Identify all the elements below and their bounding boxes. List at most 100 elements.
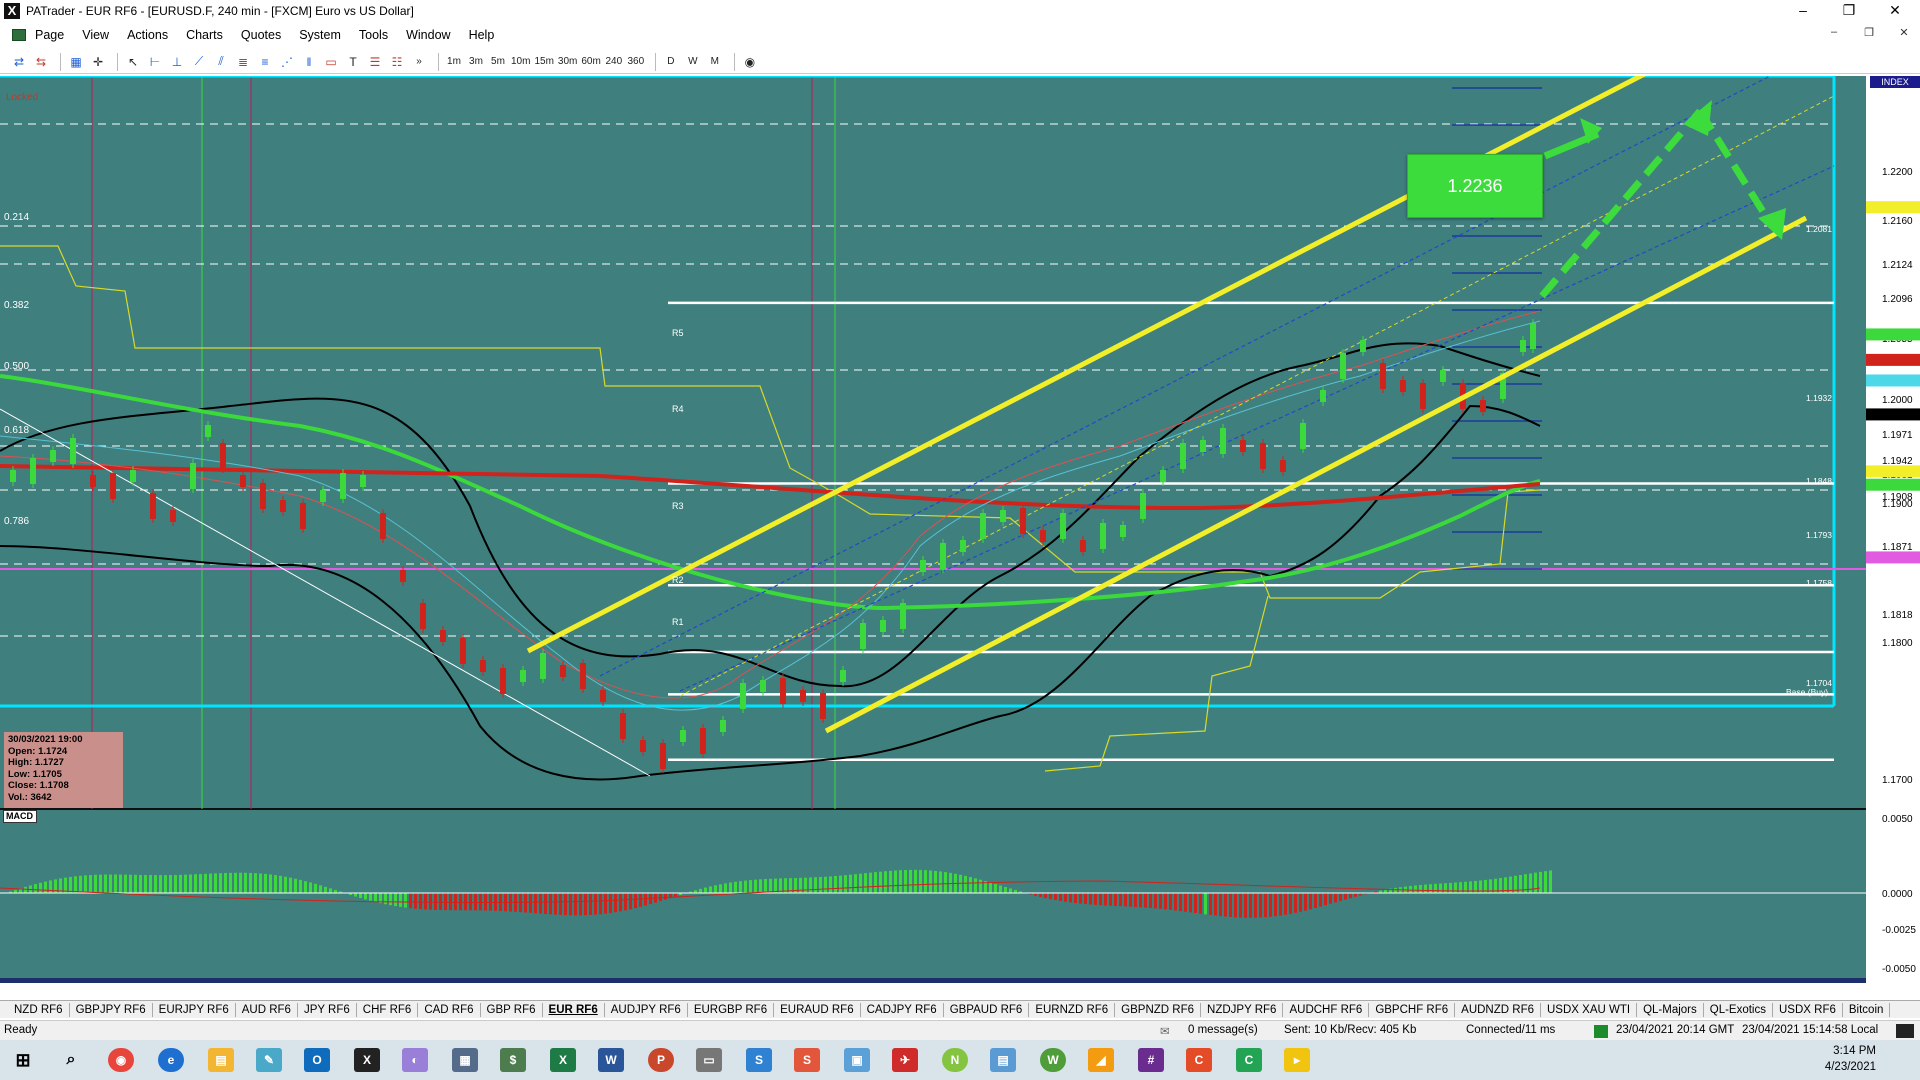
- mdi-close-button[interactable]: ✕: [1893, 26, 1915, 42]
- minimize-button[interactable]: –: [1780, 0, 1826, 22]
- status-messages[interactable]: 0 message(s): [1188, 1024, 1258, 1036]
- menu-window[interactable]: Window: [397, 28, 459, 42]
- connect-icon[interactable]: ⇄: [10, 53, 28, 71]
- patrader-icon[interactable]: X: [354, 1048, 380, 1072]
- symbol-tab[interactable]: EUR RF6: [543, 1002, 605, 1017]
- skype-icon[interactable]: S: [746, 1048, 772, 1072]
- system-clock[interactable]: 3:14 PM 4/23/2021: [1825, 1043, 1876, 1075]
- symbol-tab[interactable]: EURGBP RF6: [688, 1002, 775, 1017]
- folder-app-icon[interactable]: ▸: [1284, 1048, 1310, 1072]
- text-tool-icon[interactable]: T: [344, 53, 362, 71]
- clock-icon[interactable]: ◉: [741, 53, 759, 71]
- symbol-tab[interactable]: GBPNZD RF6: [1115, 1002, 1202, 1017]
- symbol-tab[interactable]: QL-Exotics: [1704, 1002, 1773, 1017]
- symbol-tab[interactable]: AUD RF6: [236, 1002, 298, 1017]
- excel-icon[interactable]: X: [550, 1048, 576, 1072]
- timeframe-5m[interactable]: 5m: [489, 53, 507, 71]
- period-monthly[interactable]: M: [706, 53, 724, 71]
- period-weekly[interactable]: W: [684, 53, 702, 71]
- fibonacci-icon[interactable]: ≣: [234, 53, 252, 71]
- maximize-button[interactable]: ❐: [1826, 0, 1872, 22]
- mdi-restore-button[interactable]: ❐: [1858, 26, 1880, 42]
- symbol-tab[interactable]: USDX XAU WTI: [1541, 1002, 1638, 1017]
- symbol-tab[interactable]: NZD RF6: [8, 1002, 70, 1017]
- close-button[interactable]: ✕: [1872, 0, 1918, 22]
- menu-page[interactable]: Page: [26, 28, 73, 42]
- gann-icon[interactable]: ⋰: [278, 53, 296, 71]
- timeframe-360[interactable]: 360: [627, 53, 645, 71]
- symbol-tab[interactable]: AUDNZD RF6: [1455, 1002, 1541, 1017]
- horizontal-line-icon[interactable]: ⊢: [146, 53, 164, 71]
- symbol-tab[interactable]: CAD RF6: [418, 1002, 481, 1017]
- levels-icon[interactable]: ☷: [388, 53, 406, 71]
- chart-mode-icon[interactable]: [1896, 1024, 1914, 1038]
- symbol-tab[interactable]: EURAUD RF6: [774, 1002, 861, 1017]
- symbol-tab[interactable]: GBP RF6: [481, 1002, 543, 1017]
- bird-app-icon[interactable]: ✈: [892, 1048, 918, 1072]
- symbol-tab[interactable]: Bitcoin: [1843, 1002, 1891, 1017]
- file-explorer-icon[interactable]: ▤: [208, 1048, 234, 1072]
- calculator-icon[interactable]: ▦: [452, 1048, 478, 1072]
- symbol-tab[interactable]: EURNZD RF6: [1029, 1002, 1116, 1017]
- symbol-tab[interactable]: AUDJPY RF6: [605, 1002, 688, 1017]
- menu-system[interactable]: System: [290, 28, 350, 42]
- timeframe-240[interactable]: 240: [605, 53, 623, 71]
- symbol-tab[interactable]: GBPCHF RF6: [1369, 1002, 1456, 1017]
- start-windows-icon[interactable]: ⊞: [10, 1048, 36, 1072]
- symbol-tab[interactable]: GBPAUD RF6: [944, 1002, 1030, 1017]
- timeframe-3m[interactable]: 3m: [467, 53, 485, 71]
- powerpoint-icon[interactable]: P: [648, 1048, 674, 1072]
- timeframe-1m[interactable]: 1m: [445, 53, 463, 71]
- period-daily[interactable]: D: [662, 53, 680, 71]
- rectangle-icon[interactable]: ▭: [322, 53, 340, 71]
- symbol-tab[interactable]: AUDCHF RF6: [1283, 1002, 1370, 1017]
- price-chart[interactable]: 0.214 0.382 0.500 0.618 0.786 R5 R4 R3 R2 R1 1.208…: [0, 76, 1920, 983]
- network-drive-icon[interactable]: ▤: [990, 1048, 1016, 1072]
- green-c-app-icon[interactable]: C: [1236, 1048, 1262, 1072]
- menu-view[interactable]: View: [73, 28, 118, 42]
- remote-desktop-icon[interactable]: ▣: [844, 1048, 870, 1072]
- disconnect-icon[interactable]: ⇆: [32, 53, 50, 71]
- outlook-icon[interactable]: O: [304, 1048, 330, 1072]
- notes-icon[interactable]: ✎: [256, 1048, 282, 1072]
- w-app-icon[interactable]: W: [1040, 1048, 1066, 1072]
- timeframe-15m[interactable]: 15m: [534, 53, 553, 71]
- symbol-tab[interactable]: CADJPY RF6: [861, 1002, 944, 1017]
- symbol-tab[interactable]: GBPJPY RF6: [70, 1002, 153, 1017]
- menu-quotes[interactable]: Quotes: [232, 28, 290, 42]
- app-window-icon[interactable]: ▭: [696, 1048, 722, 1072]
- trendline-icon[interactable]: ⟋: [190, 53, 208, 71]
- symbol-tab[interactable]: CHF RF6: [357, 1002, 419, 1017]
- channel-icon[interactable]: ⫽: [212, 53, 230, 71]
- symbol-tab[interactable]: USDX RF6: [1773, 1002, 1843, 1017]
- symbol-tab[interactable]: QL-Majors: [1637, 1002, 1704, 1017]
- timeframe-30m[interactable]: 30m: [558, 53, 577, 71]
- money-icon[interactable]: $: [500, 1048, 526, 1072]
- symbol-tab[interactable]: JPY RF6: [298, 1002, 357, 1017]
- n-app-icon[interactable]: N: [942, 1048, 968, 1072]
- c-app-icon[interactable]: C: [1186, 1048, 1212, 1072]
- menu-help[interactable]: Help: [460, 28, 504, 42]
- symbol-tab[interactable]: NZDJPY RF6: [1201, 1002, 1284, 1017]
- chart-canvas[interactable]: 0.214 0.382 0.500 0.618 0.786 R5 R4 R3 R2 R1 1.208…: [0, 76, 1920, 983]
- chrome-icon[interactable]: ◉: [108, 1048, 134, 1072]
- pivot-icon[interactable]: ☰: [366, 53, 384, 71]
- fib-extension-icon[interactable]: ≡: [256, 53, 274, 71]
- chart-app-icon[interactable]: ◢: [1088, 1048, 1114, 1072]
- new-chart-icon[interactable]: ▦: [67, 53, 85, 71]
- menu-charts[interactable]: Charts: [177, 28, 232, 42]
- mdi-minimize-button[interactable]: –: [1823, 26, 1845, 42]
- crosshair-icon[interactable]: ✛: [89, 53, 107, 71]
- timeframe-10m[interactable]: 10m: [511, 53, 530, 71]
- menu-actions[interactable]: Actions: [118, 28, 177, 42]
- timeframe-60m[interactable]: 60m: [581, 53, 600, 71]
- symbol-tab[interactable]: EURJPY RF6: [153, 1002, 236, 1017]
- edge-icon[interactable]: e: [158, 1048, 184, 1072]
- word-icon[interactable]: W: [598, 1048, 624, 1072]
- slack-icon[interactable]: #: [1138, 1048, 1164, 1072]
- cycle-lines-icon[interactable]: ‖: [300, 53, 318, 71]
- vertical-line-icon[interactable]: ⊥: [168, 53, 186, 71]
- s-app-icon[interactable]: S: [794, 1048, 820, 1072]
- cursor-icon[interactable]: ↖: [124, 53, 142, 71]
- photos-icon[interactable]: ◐: [402, 1048, 428, 1072]
